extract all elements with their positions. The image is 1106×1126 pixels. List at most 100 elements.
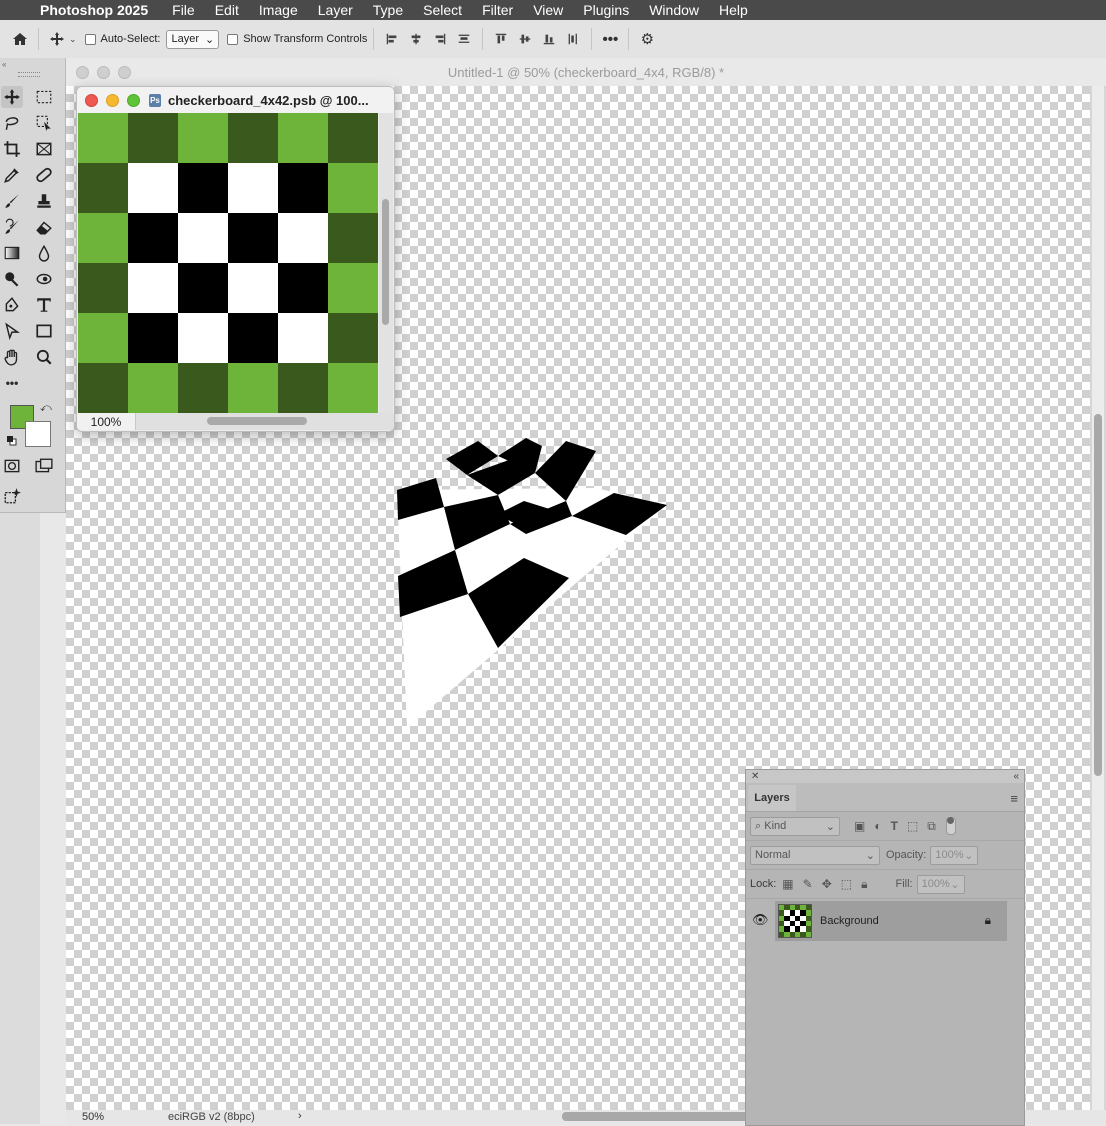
menu-image[interactable]: Image [259, 2, 298, 18]
lock-icon[interactable]: 🔒︎ [985, 913, 991, 928]
lock-transparency-icon[interactable]: ▦ [782, 877, 793, 891]
app-menu[interactable]: Photoshop 2025 [40, 2, 148, 18]
layer-row[interactable]: Background 🔒︎ [775, 901, 1007, 941]
show-transform-checkbox[interactable] [227, 33, 239, 45]
close-button[interactable] [85, 93, 98, 107]
collapse-icon[interactable]: « [1013, 771, 1019, 782]
status-bar: 100% [77, 413, 394, 430]
menu-window[interactable]: Window [649, 2, 699, 18]
pixel-layer-filter-icon[interactable]: ▣ [854, 819, 865, 833]
zoom-level[interactable]: 50% [82, 1111, 104, 1123]
clone-stamp-tool-icon[interactable] [33, 190, 55, 212]
move-tool-icon[interactable] [1, 86, 23, 108]
object-selection-tool-icon[interactable] [33, 112, 55, 134]
panel-menu-icon[interactable]: ≡ [1010, 791, 1018, 806]
scrollbar-thumb[interactable] [1094, 414, 1102, 776]
shape-filter-icon[interactable]: ⬚ [907, 819, 918, 833]
menu-type[interactable]: Type [373, 2, 403, 18]
blend-mode-dropdown[interactable]: Normal ⌄ [750, 845, 880, 865]
align-right-icon[interactable] [428, 27, 452, 51]
chevron-down-icon[interactable]: ⌄ [69, 34, 77, 45]
lock-all-icon[interactable]: 🔒︎ [861, 877, 867, 892]
lock-position-icon[interactable]: ✥ [822, 877, 832, 891]
gear-icon[interactable]: ⚙ [635, 27, 659, 51]
horizontal-scrollbar-thumb[interactable] [562, 1112, 752, 1121]
frame-tool-icon[interactable] [33, 138, 55, 160]
generative-fill-icon[interactable] [1, 485, 23, 507]
tab-layers[interactable]: Layers [748, 785, 796, 811]
default-colors-icon[interactable] [7, 435, 17, 446]
auto-select-dropdown[interactable]: Layer ⌄ [166, 29, 220, 49]
checker-tile [278, 363, 328, 413]
menu-help[interactable]: Help [719, 2, 748, 18]
panel-grip[interactable] [18, 72, 40, 77]
quick-mask-icon[interactable] [1, 455, 23, 477]
pen-tool-icon[interactable] [1, 294, 23, 316]
gradient-tool-icon[interactable] [1, 242, 23, 264]
auto-select-checkbox[interactable] [84, 33, 96, 45]
blur-tool-icon[interactable] [33, 242, 55, 264]
zoom-button[interactable] [127, 93, 140, 107]
close-icon[interactable]: ✕ [751, 771, 759, 782]
marquee-tool-icon[interactable] [33, 86, 55, 108]
vertical-scrollbar[interactable] [379, 113, 393, 413]
swap-colors-icon[interactable]: ⤺ [40, 402, 52, 415]
healing-brush-tool-icon[interactable] [33, 164, 55, 186]
background-color-swatch[interactable] [25, 421, 51, 447]
filter-toggle[interactable] [945, 817, 956, 835]
filter-kind-dropdown[interactable]: ⌕ Kind ⌄ [750, 816, 840, 836]
align-center-icon[interactable] [404, 27, 428, 51]
menu-view[interactable]: View [533, 2, 563, 18]
opacity-field[interactable]: 100% ⌄ [930, 845, 979, 865]
adjustment-filter-icon[interactable]: ◐ [874, 819, 881, 833]
zoom-tool-icon[interactable] [33, 346, 55, 368]
checker-tile [805, 931, 811, 937]
menu-edit[interactable]: Edit [215, 2, 239, 18]
dodge-tool-icon[interactable] [1, 268, 23, 290]
eyedropper-tool-icon[interactable] [1, 164, 23, 186]
zoom-level[interactable]: 100% [77, 413, 136, 430]
home-icon[interactable] [8, 27, 32, 51]
crop-tool-icon[interactable] [1, 138, 23, 160]
screen-mode-icon[interactable] [33, 455, 55, 477]
menu-plugins[interactable]: Plugins [583, 2, 629, 18]
eraser-tool-icon[interactable] [33, 216, 55, 238]
visibility-eye-icon[interactable]: 👁︎ [752, 912, 769, 928]
smudge-tool-icon[interactable] [33, 268, 55, 290]
smart-object-title-bar[interactable]: Ps checkerboard_4x42.psb @ 100... [77, 87, 394, 113]
history-brush-tool-icon[interactable] [1, 216, 23, 238]
minimize-button[interactable] [106, 93, 119, 107]
vertical-scrollbar[interactable] [1092, 86, 1104, 1110]
smart-object-filter-icon[interactable]: ⧉ [927, 819, 936, 834]
more-options-icon[interactable]: ••• [598, 27, 622, 51]
collapse-icon[interactable]: « [2, 60, 6, 69]
scrollbar-thumb[interactable] [382, 199, 389, 325]
align-left-icon[interactable] [380, 27, 404, 51]
document-title-bar[interactable]: Untitled-1 @ 50% (checkerboard_4x4, RGB/… [66, 58, 1106, 87]
align-bottom-icon[interactable] [537, 27, 561, 51]
lock-artboard-icon[interactable]: ⬚ [841, 877, 852, 891]
distribute-icon[interactable] [452, 27, 476, 51]
checker-tile [228, 113, 278, 163]
status-menu-arrow[interactable]: › [298, 1110, 302, 1122]
distribute-vertical-icon[interactable] [561, 27, 585, 51]
horizontal-scrollbar-thumb[interactable] [207, 417, 307, 425]
align-middle-icon[interactable] [513, 27, 537, 51]
menu-filter[interactable]: Filter [482, 2, 513, 18]
align-top-icon[interactable] [489, 27, 513, 51]
lock-pixels-icon[interactable]: ✎ [803, 877, 813, 891]
edit-toolbar-icon[interactable]: ••• [1, 372, 23, 394]
hand-tool-icon[interactable] [1, 346, 23, 368]
fill-field[interactable]: 100% ⌄ [916, 874, 965, 894]
checkerboard-canvas[interactable] [78, 113, 378, 413]
rectangle-tool-icon[interactable] [33, 320, 55, 342]
lasso-tool-icon[interactable] [1, 112, 23, 134]
menu-file[interactable]: File [172, 2, 195, 18]
move-tool-icon[interactable] [45, 27, 69, 51]
type-tool-icon[interactable] [33, 294, 55, 316]
brush-tool-icon[interactable] [1, 190, 23, 212]
menu-layer[interactable]: Layer [318, 2, 353, 18]
menu-select[interactable]: Select [423, 2, 462, 18]
path-selection-tool-icon[interactable] [1, 320, 23, 342]
type-filter-icon[interactable]: T [891, 819, 898, 833]
